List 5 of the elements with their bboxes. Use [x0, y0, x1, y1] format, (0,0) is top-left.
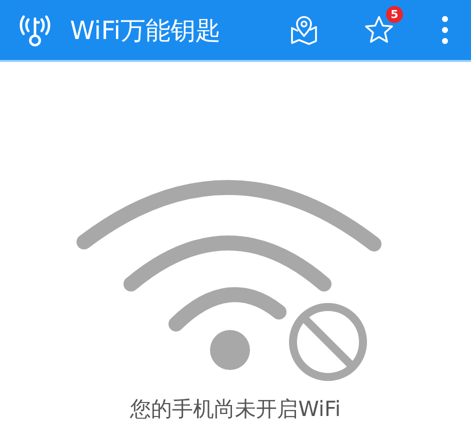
app-title: WiFi万能钥匙 [70, 14, 221, 46]
map-pin-icon[interactable] [289, 14, 319, 46]
menu-icon[interactable] [441, 15, 449, 45]
notification-badge: 5 [386, 6, 403, 23]
wifi-off-message: 您的手机尚未开启WiFi [130, 396, 341, 422]
